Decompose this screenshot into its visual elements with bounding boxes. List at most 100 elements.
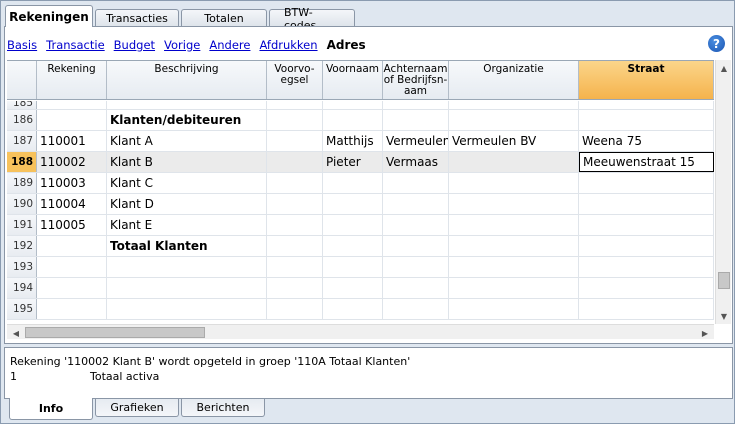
cell-achternaam[interactable] <box>383 194 449 214</box>
cell-beschrijving[interactable]: Klanten/debiteuren <box>107 110 267 130</box>
cell-rekening[interactable] <box>37 257 107 277</box>
help-icon[interactable]: ? <box>708 35 725 52</box>
info-row[interactable]: 1 Totaal activa <box>10 369 727 384</box>
horizontal-scroll-thumb[interactable] <box>25 327 205 338</box>
cell-achternaam[interactable]: Vermaas <box>383 152 449 172</box>
vertical-scroll-thumb[interactable] <box>718 272 730 289</box>
table-row[interactable]: 189 110003 Klant C <box>7 173 714 194</box>
cell-organizatie[interactable] <box>449 101 579 109</box>
vertical-scrollbar[interactable]: ▲ ▼ <box>715 60 731 324</box>
column-header-achternaam[interactable]: Achternaam of Bedrijfsn-aam <box>383 61 449 99</box>
tab-info[interactable]: Info <box>9 398 93 420</box>
cell-rekening[interactable]: 110002 <box>37 152 107 172</box>
cell-organizatie[interactable] <box>449 299 579 319</box>
cell-beschrijving[interactable]: Klant D <box>107 194 267 214</box>
cell-voorvoegsel[interactable] <box>267 215 323 235</box>
cell-beschrijving[interactable] <box>107 101 267 109</box>
cell-beschrijving[interactable] <box>107 278 267 298</box>
cell-achternaam[interactable] <box>383 278 449 298</box>
table-row[interactable]: 187 110001 Klant A Matthijs Vermeulen Ve… <box>7 131 714 152</box>
cell-voorvoegsel[interactable] <box>267 131 323 151</box>
cell-beschrijving[interactable] <box>107 257 267 277</box>
cell-voorvoegsel[interactable] <box>267 110 323 130</box>
cell-voornaam[interactable]: Pieter <box>323 152 383 172</box>
cell-beschrijving[interactable]: Klant B <box>107 152 267 172</box>
table-row[interactable]: 195 <box>7 299 714 320</box>
table-row-selected[interactable]: 188 110002 Klant B Pieter Vermaas Meeuwe… <box>7 152 714 173</box>
column-header-voorvoegsel[interactable]: Voorvo- egsel <box>267 61 323 99</box>
cell-voornaam[interactable] <box>323 173 383 193</box>
scroll-down-icon[interactable]: ▼ <box>716 309 732 323</box>
cell-rekening[interactable] <box>37 236 107 256</box>
column-header-organizatie[interactable]: Organizatie <box>449 61 579 99</box>
cell-beschrijving[interactable]: Klant E <box>107 215 267 235</box>
cell-organizatie[interactable] <box>449 278 579 298</box>
cell-beschrijving[interactable]: Klant A <box>107 131 267 151</box>
cell-straat[interactable] <box>579 278 714 298</box>
tab-rekeningen[interactable]: Rekeningen <box>5 5 93 27</box>
cell-straat[interactable] <box>579 101 714 109</box>
cell-achternaam[interactable] <box>383 299 449 319</box>
cell-voornaam[interactable] <box>323 299 383 319</box>
scroll-up-icon[interactable]: ▲ <box>716 61 732 75</box>
cell-rekening[interactable]: 110004 <box>37 194 107 214</box>
cell-organizatie[interactable] <box>449 173 579 193</box>
view-budget[interactable]: Budget <box>114 38 155 54</box>
cell-voorvoegsel[interactable] <box>267 194 323 214</box>
cell-achternaam[interactable] <box>383 110 449 130</box>
cell-straat[interactable] <box>579 173 714 193</box>
cell-straat[interactable]: Weena 75 <box>579 131 714 151</box>
view-andere[interactable]: Andere <box>209 38 250 54</box>
cell-straat-active[interactable]: Meeuwenstraat 15 <box>579 152 714 172</box>
cell-rekening[interactable]: 110003 <box>37 173 107 193</box>
cell-voorvoegsel[interactable] <box>267 299 323 319</box>
cell-voornaam[interactable] <box>323 257 383 277</box>
cell-organizatie[interactable] <box>449 257 579 277</box>
cell-rekening[interactable] <box>37 299 107 319</box>
cell-rekening[interactable] <box>37 278 107 298</box>
cell-straat[interactable] <box>579 236 714 256</box>
horizontal-scrollbar[interactable]: ◀ ▶ <box>7 324 714 339</box>
cell-rekening[interactable]: 110005 <box>37 215 107 235</box>
cell-voornaam[interactable] <box>323 101 383 109</box>
table-row[interactable]: 185 <box>7 101 714 110</box>
cell-straat[interactable] <box>579 215 714 235</box>
cell-voornaam[interactable] <box>323 194 383 214</box>
cell-organizatie[interactable]: Vermeulen BV <box>449 131 579 151</box>
cell-rekening[interactable] <box>37 110 107 130</box>
cell-voorvoegsel[interactable] <box>267 236 323 256</box>
view-afdrukken[interactable]: Afdrukken <box>259 38 317 54</box>
cell-rekening[interactable]: 110001 <box>37 131 107 151</box>
cell-voorvoegsel[interactable] <box>267 152 323 172</box>
cell-voornaam[interactable] <box>323 278 383 298</box>
cell-voorvoegsel[interactable] <box>267 101 323 109</box>
cell-achternaam[interactable] <box>383 173 449 193</box>
tab-transacties[interactable]: Transacties <box>95 9 179 27</box>
tab-btw-codes[interactable]: BTW-codes <box>269 6 355 32</box>
cell-straat[interactable] <box>579 257 714 277</box>
view-transactie[interactable]: Transactie <box>46 38 105 54</box>
cell-voornaam[interactable] <box>323 215 383 235</box>
column-header-rekening[interactable]: Rekening <box>37 61 107 99</box>
view-vorige[interactable]: Vorige <box>164 38 200 54</box>
table-row[interactable]: 192 Totaal Klanten <box>7 236 714 257</box>
cell-beschrijving[interactable]: Totaal Klanten <box>107 236 267 256</box>
cell-straat[interactable] <box>579 299 714 319</box>
column-header-beschrijving[interactable]: Beschrijving <box>107 61 267 99</box>
cell-rekening[interactable] <box>37 101 107 109</box>
cell-achternaam[interactable] <box>383 101 449 109</box>
cell-voorvoegsel[interactable] <box>267 173 323 193</box>
cell-straat[interactable] <box>579 194 714 214</box>
column-header-straat[interactable]: Straat <box>579 61 714 99</box>
scroll-right-icon[interactable]: ▶ <box>697 326 713 340</box>
cell-achternaam[interactable] <box>383 215 449 235</box>
cell-straat[interactable] <box>579 110 714 130</box>
column-header-voornaam[interactable]: Voornaam <box>323 61 383 99</box>
cell-organizatie[interactable] <box>449 236 579 256</box>
cell-organizatie[interactable] <box>449 110 579 130</box>
cell-achternaam[interactable] <box>383 257 449 277</box>
cell-beschrijving[interactable] <box>107 299 267 319</box>
scroll-left-icon[interactable]: ◀ <box>8 326 24 340</box>
cell-organizatie[interactable] <box>449 194 579 214</box>
table-row[interactable]: 193 <box>7 257 714 278</box>
